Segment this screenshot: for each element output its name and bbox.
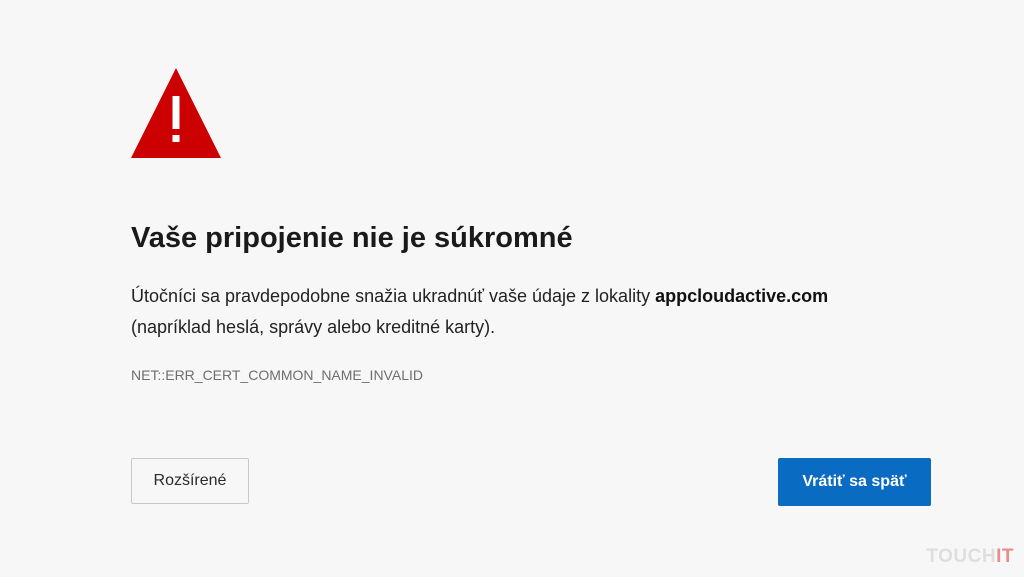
watermark-accent: IT — [996, 546, 1014, 567]
error-description: Útočníci sa pravdepodobne snažia ukradnú… — [131, 281, 891, 343]
site-host: appcloudactive.com — [655, 286, 829, 306]
error-page: Vaše pripojenie nie je súkromné Útočníci… — [0, 0, 1024, 577]
error-code: NET::ERR_CERT_COMMON_NAME_INVALID — [131, 367, 423, 383]
advanced-button[interactable]: Rozšírené — [131, 458, 249, 504]
go-back-button[interactable]: Vrátiť sa späť — [778, 458, 931, 506]
warning-triangle-icon — [131, 68, 221, 158]
watermark-logo: TOUCHIT — [926, 546, 1014, 568]
description-examples: (napríklad heslá, správy alebo kreditné … — [131, 317, 496, 337]
watermark-main: TOUCH — [926, 546, 997, 567]
page-title: Vaše pripojenie nie je súkromné — [131, 222, 573, 254]
description-text: Útočníci sa pravdepodobne snažia ukradnú… — [131, 286, 656, 306]
